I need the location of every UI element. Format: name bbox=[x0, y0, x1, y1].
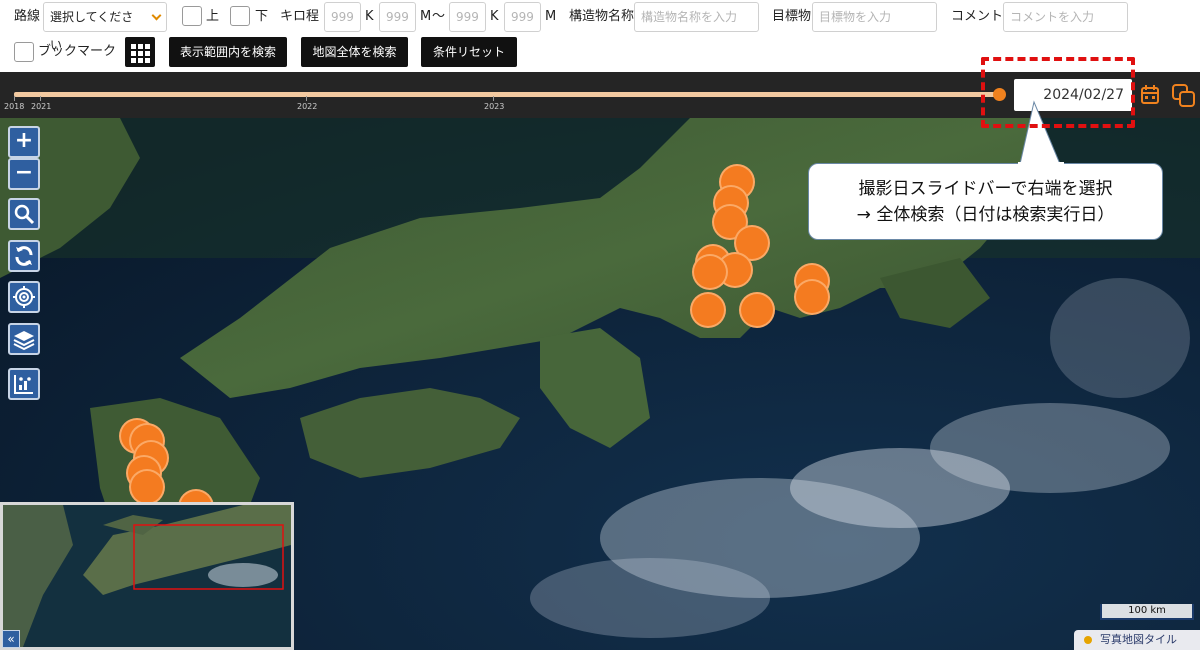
bookmark-checkbox[interactable] bbox=[14, 42, 34, 62]
overview-minimap[interactable] bbox=[0, 502, 294, 650]
search-whole-map-button[interactable]: 地図全体を検索 bbox=[301, 37, 408, 67]
route-select[interactable]: 選択してください bbox=[43, 2, 167, 52]
structure-marker[interactable] bbox=[129, 469, 165, 505]
kilo-to-k-input[interactable] bbox=[449, 2, 486, 32]
calendar-icon[interactable] bbox=[1140, 84, 1160, 106]
slider-tick-label: 2022 bbox=[297, 102, 318, 111]
slider-tick bbox=[40, 96, 41, 101]
route-label: 路線 bbox=[14, 9, 41, 24]
target-icon bbox=[13, 286, 35, 308]
annotation-callout: 撮影日スライドバーで右端を選択 → 全体検索（日付は検索実行日） bbox=[808, 163, 1163, 240]
zoom-in-label: + bbox=[14, 128, 34, 153]
chart-icon bbox=[14, 375, 33, 394]
landmark-input[interactable] bbox=[812, 2, 937, 32]
structure-marker[interactable] bbox=[794, 279, 830, 315]
tile-layer-name: 写真地図タイル bbox=[1100, 633, 1177, 646]
callout-line-2: → 全体検索（日付は検索実行日） bbox=[856, 205, 1115, 225]
copy-icon[interactable] bbox=[1172, 84, 1196, 108]
up-checkbox[interactable] bbox=[182, 6, 202, 26]
refresh-icon bbox=[15, 246, 33, 266]
zoom-out-button[interactable]: − bbox=[8, 158, 40, 190]
m-unit-label: M bbox=[545, 9, 557, 24]
slider-tick bbox=[14, 96, 15, 101]
k-unit-label: K bbox=[365, 9, 374, 24]
scale-bar: 100 km bbox=[1100, 604, 1194, 620]
date-slider-track[interactable] bbox=[14, 92, 1002, 97]
search-visible-range-button[interactable]: 表示範囲内を検索 bbox=[169, 37, 287, 67]
down-label: 下 bbox=[255, 9, 269, 24]
reset-conditions-button[interactable]: 条件リセット bbox=[421, 37, 517, 67]
highlight-box bbox=[981, 57, 1135, 128]
structure-input[interactable] bbox=[634, 2, 759, 32]
kilo-to-m-input[interactable] bbox=[504, 2, 541, 32]
comment-label: コメント bbox=[951, 9, 1004, 24]
chart-button[interactable] bbox=[8, 368, 40, 400]
layers-button[interactable] bbox=[8, 323, 40, 355]
chevron-down-icon bbox=[151, 10, 162, 21]
structure-marker[interactable] bbox=[692, 254, 728, 290]
callout-line-1: 撮影日スライドバーで右端を選択 bbox=[858, 179, 1113, 199]
bookmark-label: ブックマーク bbox=[38, 44, 117, 59]
slider-tick bbox=[306, 96, 307, 101]
structure-marker[interactable] bbox=[690, 292, 726, 328]
layers-icon bbox=[13, 331, 35, 351]
kilo-from-m-input[interactable] bbox=[379, 2, 416, 32]
grid-menu-button[interactable] bbox=[125, 37, 155, 67]
k-unit-label: K bbox=[490, 9, 499, 24]
slider-tick-label: 2021 bbox=[31, 102, 52, 111]
comment-input[interactable] bbox=[1003, 2, 1128, 32]
m-unit-label: M bbox=[420, 9, 432, 24]
structure-label: 構造物名称 bbox=[569, 9, 635, 24]
kilo-from-k-input[interactable] bbox=[324, 2, 361, 32]
zoom-out-label: − bbox=[14, 160, 34, 185]
up-label: 上 bbox=[206, 9, 220, 24]
slider-tick-label: 2018 bbox=[4, 102, 25, 111]
structure-marker[interactable] bbox=[739, 292, 775, 328]
overview-map-image bbox=[3, 505, 291, 647]
collapse-minimap-button[interactable]: « bbox=[2, 630, 20, 648]
search-icon bbox=[14, 204, 35, 225]
slider-tick-label: 2023 bbox=[484, 102, 505, 111]
tile-layer-label[interactable]: 写真地図タイル bbox=[1074, 630, 1200, 650]
zoom-in-button[interactable]: + bbox=[8, 126, 40, 158]
search-button[interactable] bbox=[8, 198, 40, 230]
layer-dot-icon bbox=[1084, 636, 1092, 644]
locate-button[interactable] bbox=[8, 281, 40, 313]
refresh-button[interactable] bbox=[8, 240, 40, 272]
landmark-label: 目標物 bbox=[772, 9, 812, 24]
range-separator: ～ bbox=[432, 9, 446, 24]
slider-tick bbox=[493, 96, 494, 101]
kilo-label: キロ程 bbox=[280, 9, 320, 24]
down-checkbox[interactable] bbox=[230, 6, 250, 26]
